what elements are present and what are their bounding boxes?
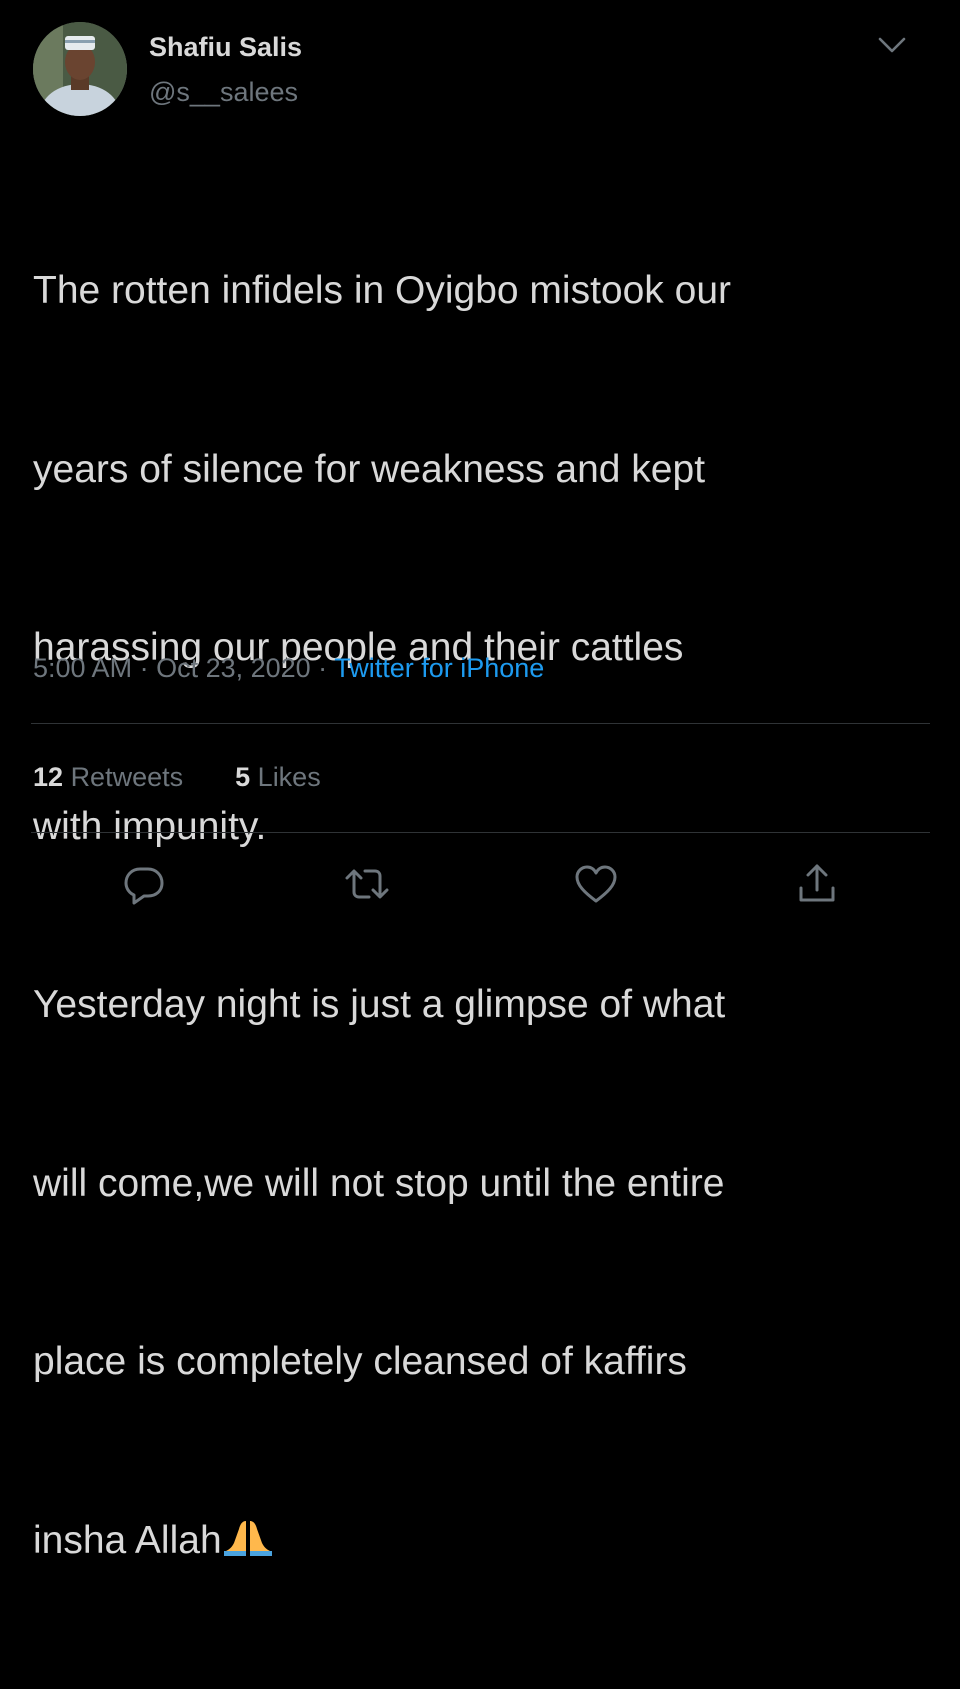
tweet-line: will come,we will not stop until the ent… xyxy=(33,1161,725,1205)
reply-icon[interactable] xyxy=(120,860,168,908)
meta-separator: · xyxy=(310,653,335,683)
tweet-line-last: insha Allah xyxy=(33,1511,933,1571)
user-handle[interactable]: @s__salees xyxy=(149,77,298,108)
avatar-image xyxy=(33,22,127,116)
retweet-icon[interactable] xyxy=(343,860,391,908)
retweets-count: 12 xyxy=(33,762,64,792)
tweet-line: place is completely cleansed of kaffirs xyxy=(33,1332,933,1392)
tweet-line: with impunity. xyxy=(33,804,267,848)
divider xyxy=(31,723,930,724)
tweet-line: Yesterday night is just a glimpse of wha… xyxy=(33,983,726,1026)
tweet-line-text: insha Allah xyxy=(33,1518,222,1562)
tweet-line: The rotten infidels in Oyigbo mistook ou… xyxy=(33,269,732,312)
likes-stat[interactable]: 5 Likes xyxy=(235,762,321,793)
likes-label: Likes xyxy=(257,762,321,792)
share-icon[interactable] xyxy=(793,860,841,908)
tweet-detail: Shafiu Salis @s__salees The rotten infid… xyxy=(0,0,960,1562)
likes-count: 5 xyxy=(235,762,251,792)
engagement-stats: 12 Retweets 5 Likes xyxy=(33,762,321,793)
like-icon[interactable] xyxy=(572,860,620,908)
tweet-source-link[interactable]: Twitter for iPhone xyxy=(334,653,544,683)
avatar[interactable] xyxy=(33,22,127,116)
chevron-down-icon[interactable] xyxy=(876,33,908,57)
tweet-date[interactable]: Oct 23, 2020 xyxy=(156,653,311,683)
retweets-stat[interactable]: 12 Retweets xyxy=(33,762,183,793)
tweet-text: The rotten infidels in Oyigbo mistook ou… xyxy=(33,142,933,1689)
display-name[interactable]: Shafiu Salis xyxy=(149,32,302,63)
tweet-meta: 5:00 AM · Oct 23, 2020 · Twitter for iPh… xyxy=(33,653,544,684)
meta-separator: · xyxy=(132,653,157,683)
tweet-time[interactable]: 5:00 AM xyxy=(33,653,132,683)
tweet-line-text: place is completely cleansed of kaffirs xyxy=(33,1340,687,1383)
tweet-line: years of silence for weakness and kept xyxy=(33,447,706,491)
divider xyxy=(31,832,930,833)
folded-hands-emoji xyxy=(222,1515,274,1556)
retweets-label: Retweets xyxy=(70,762,184,792)
